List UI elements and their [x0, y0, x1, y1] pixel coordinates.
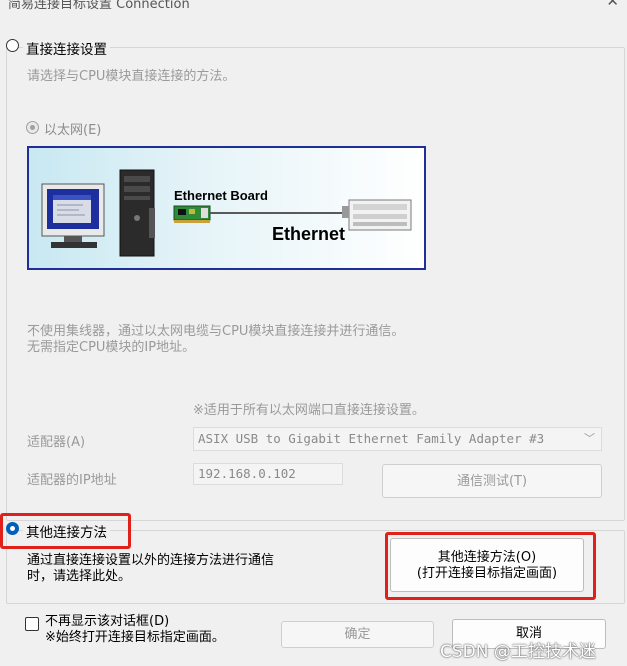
ethernet-connection-diagram: Ethernet Board Ethernet	[27, 146, 426, 270]
ip-address-label: 适配器的IP地址	[27, 473, 117, 488]
highlight-box-radio	[0, 513, 131, 549]
other-description-line1: 通过直接连接设置以外的连接方法进行通信	[27, 553, 275, 568]
highlight-box-button	[385, 532, 596, 600]
cable-label-text: Ethernet	[272, 224, 345, 244]
communication-test-button[interactable]: 通信测试(T)	[382, 464, 602, 498]
adapter-label: 适配器(A)	[27, 435, 86, 450]
dont-show-text: 不再显示该对话框(D) ※始终打开连接目标指定画面。	[45, 614, 225, 646]
pc-tower-icon	[119, 169, 155, 257]
ethernet-board-icon	[173, 205, 211, 223]
diagram-illustration: Ethernet Board Ethernet	[41, 169, 412, 257]
direct-note-line1: 不使用集线器，通过以太网电缆与CPU模块直接连接并进行通信。	[27, 324, 405, 339]
chevron-down-icon: ﹀	[584, 432, 595, 445]
dont-show-checkbox[interactable]	[25, 617, 39, 631]
direct-note-line2: 无需指定CPU模块的IP地址。	[27, 340, 196, 355]
close-icon[interactable]: ✕	[606, 0, 619, 10]
ethernet-radio	[26, 121, 39, 134]
plc-cpu-icon	[342, 199, 412, 231]
board-label-text: Ethernet Board	[174, 188, 268, 203]
direct-connection-label: 直接连接设置	[23, 38, 110, 58]
dont-show-label: 不再显示该对话框(D)	[45, 614, 170, 629]
dont-show-note: ※始终打开连接目标指定画面。	[45, 630, 225, 645]
adapter-select[interactable]: ASIX USB to Gigabit Ethernet Family Adap…	[193, 427, 602, 451]
direct-connection-radio[interactable]	[6, 39, 19, 52]
monitor-icon	[41, 183, 105, 248]
ip-address-field[interactable]: 192.168.0.102	[193, 463, 343, 485]
direct-note: 不使用集线器，通过以太网电缆与CPU模块直接连接并进行通信。 无需指定CPU模块…	[27, 324, 404, 356]
ok-button[interactable]: 确定	[281, 621, 434, 648]
ip-address-value: 192.168.0.102	[198, 466, 296, 481]
window-title: 简易连接目标设置 Connection	[8, 0, 190, 12]
direct-description: 请选择与CPU模块直接连接的方法。	[27, 69, 236, 84]
adapter-select-value: ASIX USB to Gigabit Ethernet Family Adap…	[198, 431, 545, 446]
title-bar: 简易连接目标设置 Connection ✕	[0, 0, 627, 12]
ethernet-radio-label: 以太网(E)	[44, 123, 102, 138]
applies-note: ※适用于所有以太网端口直接连接设置。	[193, 403, 425, 418]
watermark-text: CSDN @工控技术迷	[440, 642, 596, 662]
other-description: 通过直接连接设置以外的连接方法进行通信 时，请选择此处。	[27, 553, 274, 585]
other-description-line2: 时，请选择此处。	[27, 569, 132, 584]
